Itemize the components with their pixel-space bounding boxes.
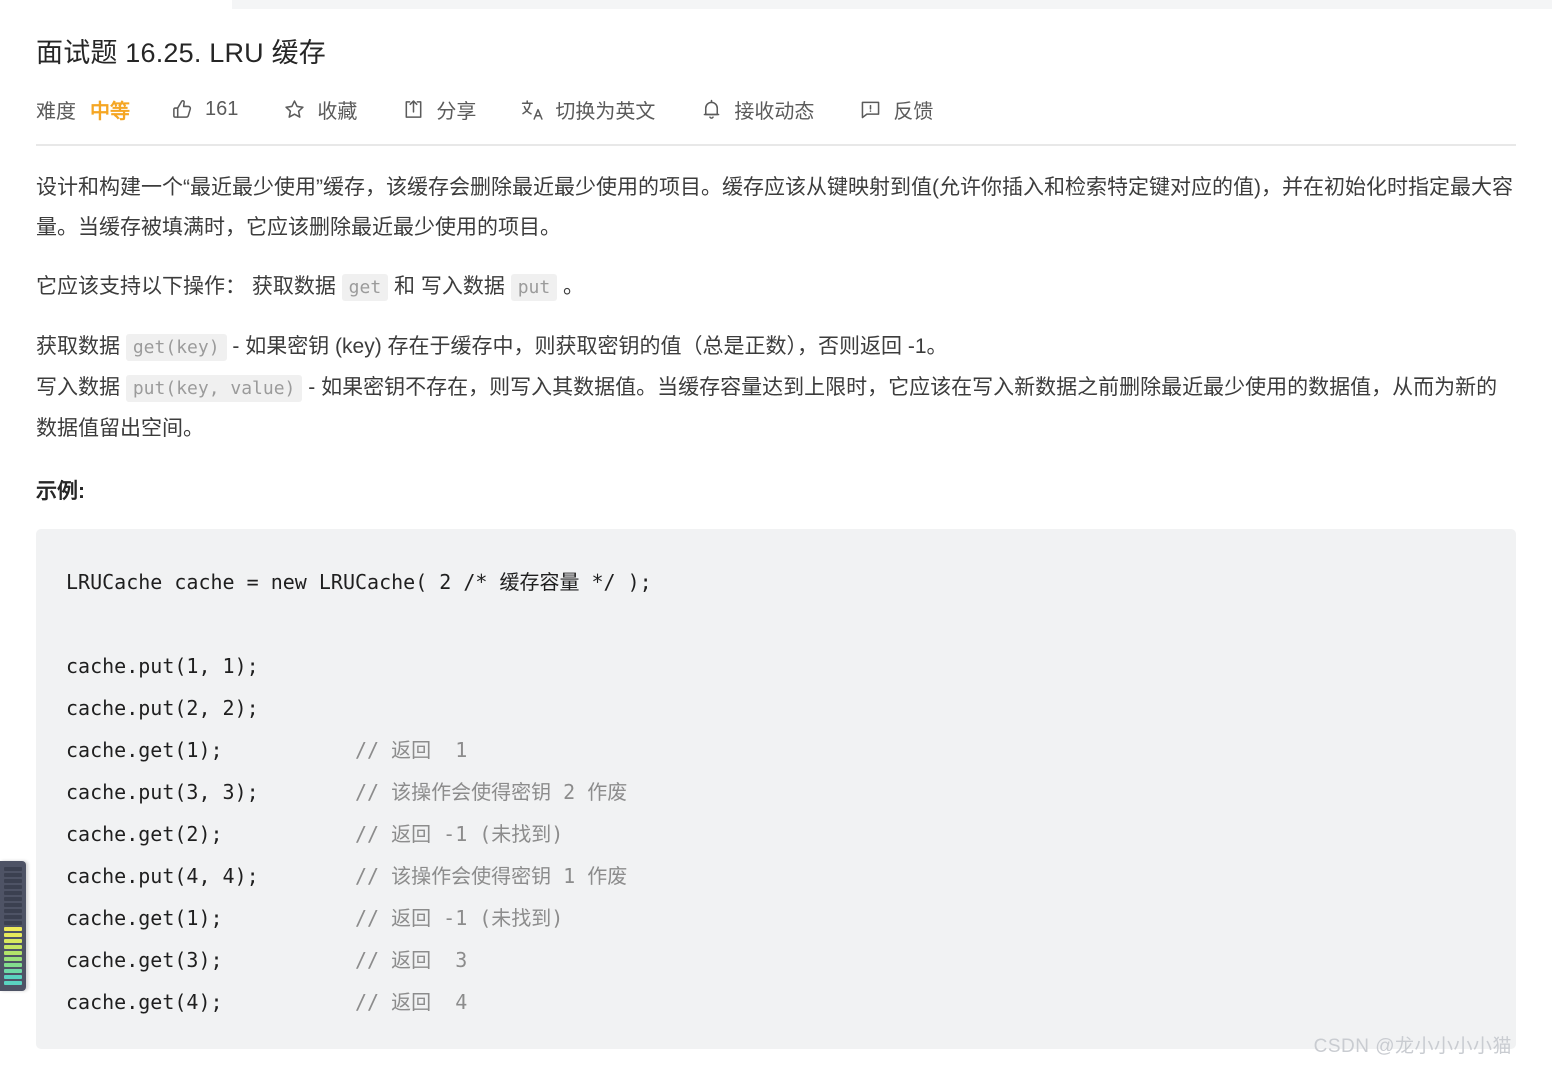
subscribe-label: 接收动态 [734,101,815,124]
para3-prefix: 获取数据 [36,334,126,358]
code-statement: LRUCache cache = new LRUCache( 2 /* 缓存容量… [66,569,652,594]
favorite-label: 收藏 [317,101,358,124]
feedback-icon [858,98,882,122]
code-statement: cache.put(2, 2); [66,695,259,720]
code-line: cache.put(3, 3); // 该操作会使得密钥 2 作废 [66,780,627,804]
top-chrome-strip [232,0,1552,9]
level-bar [4,981,22,985]
share-button[interactable]: 分享 [401,95,476,124]
translate-label: 切换为英文 [555,101,656,124]
level-meter-widget[interactable] [0,861,26,991]
code-statement: cache.put(4, 4); [66,863,355,888]
para3-suffix: - 如果密钥 (key) 存在于缓存中，则获取密钥的值（总是正数），否则返回 -… [226,334,948,358]
code-line: cache.get(1); // 返回 1 [66,738,467,762]
share-icon [401,98,425,122]
code-comment: // 返回 1 [354,737,468,762]
code-line: cache.get(2); // 返回 -1 (未找到) [66,822,563,846]
code-line: cache.get(4); // 返回 4 [66,990,467,1014]
inline-code-get: get [341,273,389,301]
code-statement: cache.put(1, 1); [66,653,259,678]
code-line: cache.get(1); // 返回 -1 (未找到) [66,906,563,930]
para2-suffix: 。 [557,274,585,298]
level-bar [4,969,22,973]
level-bar [4,927,22,931]
feedback-button[interactable]: 反馈 [858,95,933,124]
subscribe-button[interactable]: 接收动态 [699,95,814,124]
translate-button[interactable]: 切换为英文 [520,95,655,124]
level-bar [4,873,22,877]
code-comment: // 该操作会使得密钥 1 作废 [354,863,628,888]
code-line: cache.get(3); // 返回 3 [66,948,467,972]
inline-code-put: put [510,273,558,301]
inline-code-get-key: get(key) [125,333,227,361]
code-statement: cache.get(1); [66,905,355,930]
star-icon [282,98,306,122]
example-heading: 示例: [36,479,85,503]
thumbs-up-icon [170,98,194,122]
problem-description: 设计和构建一个“最近最少使用”缓存，该缓存会删除最近最少使用的项目。缓存应该从键… [36,168,1516,449]
para2-middle: 和 写入数据 [388,274,511,298]
level-bar [4,957,22,961]
level-bar [4,963,22,967]
level-bar [4,879,22,883]
code-line: LRUCache cache = new LRUCache( 2 /* 缓存容量… [66,570,652,594]
code-statement: cache.get(2); [66,821,355,846]
level-bar [4,909,22,913]
para2-prefix: 它应该支持以下操作： 获取数据 [36,274,342,298]
code-statement: cache.get(3); [66,947,355,972]
description-paragraph-1: 设计和构建一个“最近最少使用”缓存，该缓存会删除最近最少使用的项目。缓存应该从键… [36,175,1513,239]
code-comment: // 返回 4 [354,989,468,1014]
code-statement: cache.put(3, 3); [66,779,355,804]
feedback-label: 反馈 [893,101,934,124]
level-bar [4,975,22,979]
bell-icon [699,98,723,122]
code-statement: cache.get(4); [66,989,355,1014]
difficulty-indicator: 难度 中等 [36,95,130,124]
difficulty-value: 中等 [90,101,130,124]
level-bar [4,945,22,949]
inline-code-put-key-value: put(key, value) [125,374,303,402]
code-line: cache.put(2, 2); [66,696,259,720]
page-title: 面试题 16.25. LRU 缓存 [36,38,326,68]
favorite-button[interactable]: 收藏 [282,95,357,124]
example-code: LRUCache cache = new LRUCache( 2 /* 缓存容量… [66,561,1486,1023]
level-bar [4,915,22,919]
problem-content: 面试题 16.25. LRU 缓存 难度 中等 161 收藏 分享 切换为英文 … [0,9,1552,1049]
level-bar [4,885,22,889]
description-paragraph-3: 获取数据 get(key) - 如果密钥 (key) 存在于缓存中，则获取密钥的… [36,327,1516,449]
code-comment: // 返回 3 [354,947,468,972]
code-line: cache.put(4, 4); // 该操作会使得密钥 1 作废 [66,864,627,888]
level-bar [4,951,22,955]
level-bar [4,867,22,871]
difficulty-label: 难度 [36,101,76,124]
level-bar [4,903,22,907]
level-bar [4,939,22,943]
code-comment: // 返回 -1 (未找到) [354,905,564,930]
watermark: CSDN @龙小小小小猫 [1313,1036,1512,1057]
example-code-block: LRUCache cache = new LRUCache( 2 /* 缓存容量… [36,528,1516,1049]
description-paragraph-2: 它应该支持以下操作： 获取数据 get 和 写入数据 put 。 [36,267,1516,308]
level-bar [4,921,22,925]
like-count: 161 [205,98,239,121]
code-comment: // 该操作会使得密钥 2 作废 [354,779,628,804]
code-line: cache.put(1, 1); [66,654,259,678]
level-bar [4,891,22,895]
code-statement: cache.get(1); [66,737,355,762]
code-comment: // 返回 -1 (未找到) [354,821,564,846]
para4-prefix: 写入数据 [36,375,126,399]
translate-icon [520,98,544,122]
level-bar [4,897,22,901]
level-bar [4,933,22,937]
share-label: 分享 [436,101,477,124]
toolbar-divider [36,143,1516,146]
problem-toolbar: 难度 中等 161 收藏 分享 切换为英文 接收动态 反馈 [36,90,1516,130]
like-button[interactable]: 161 [170,98,238,122]
